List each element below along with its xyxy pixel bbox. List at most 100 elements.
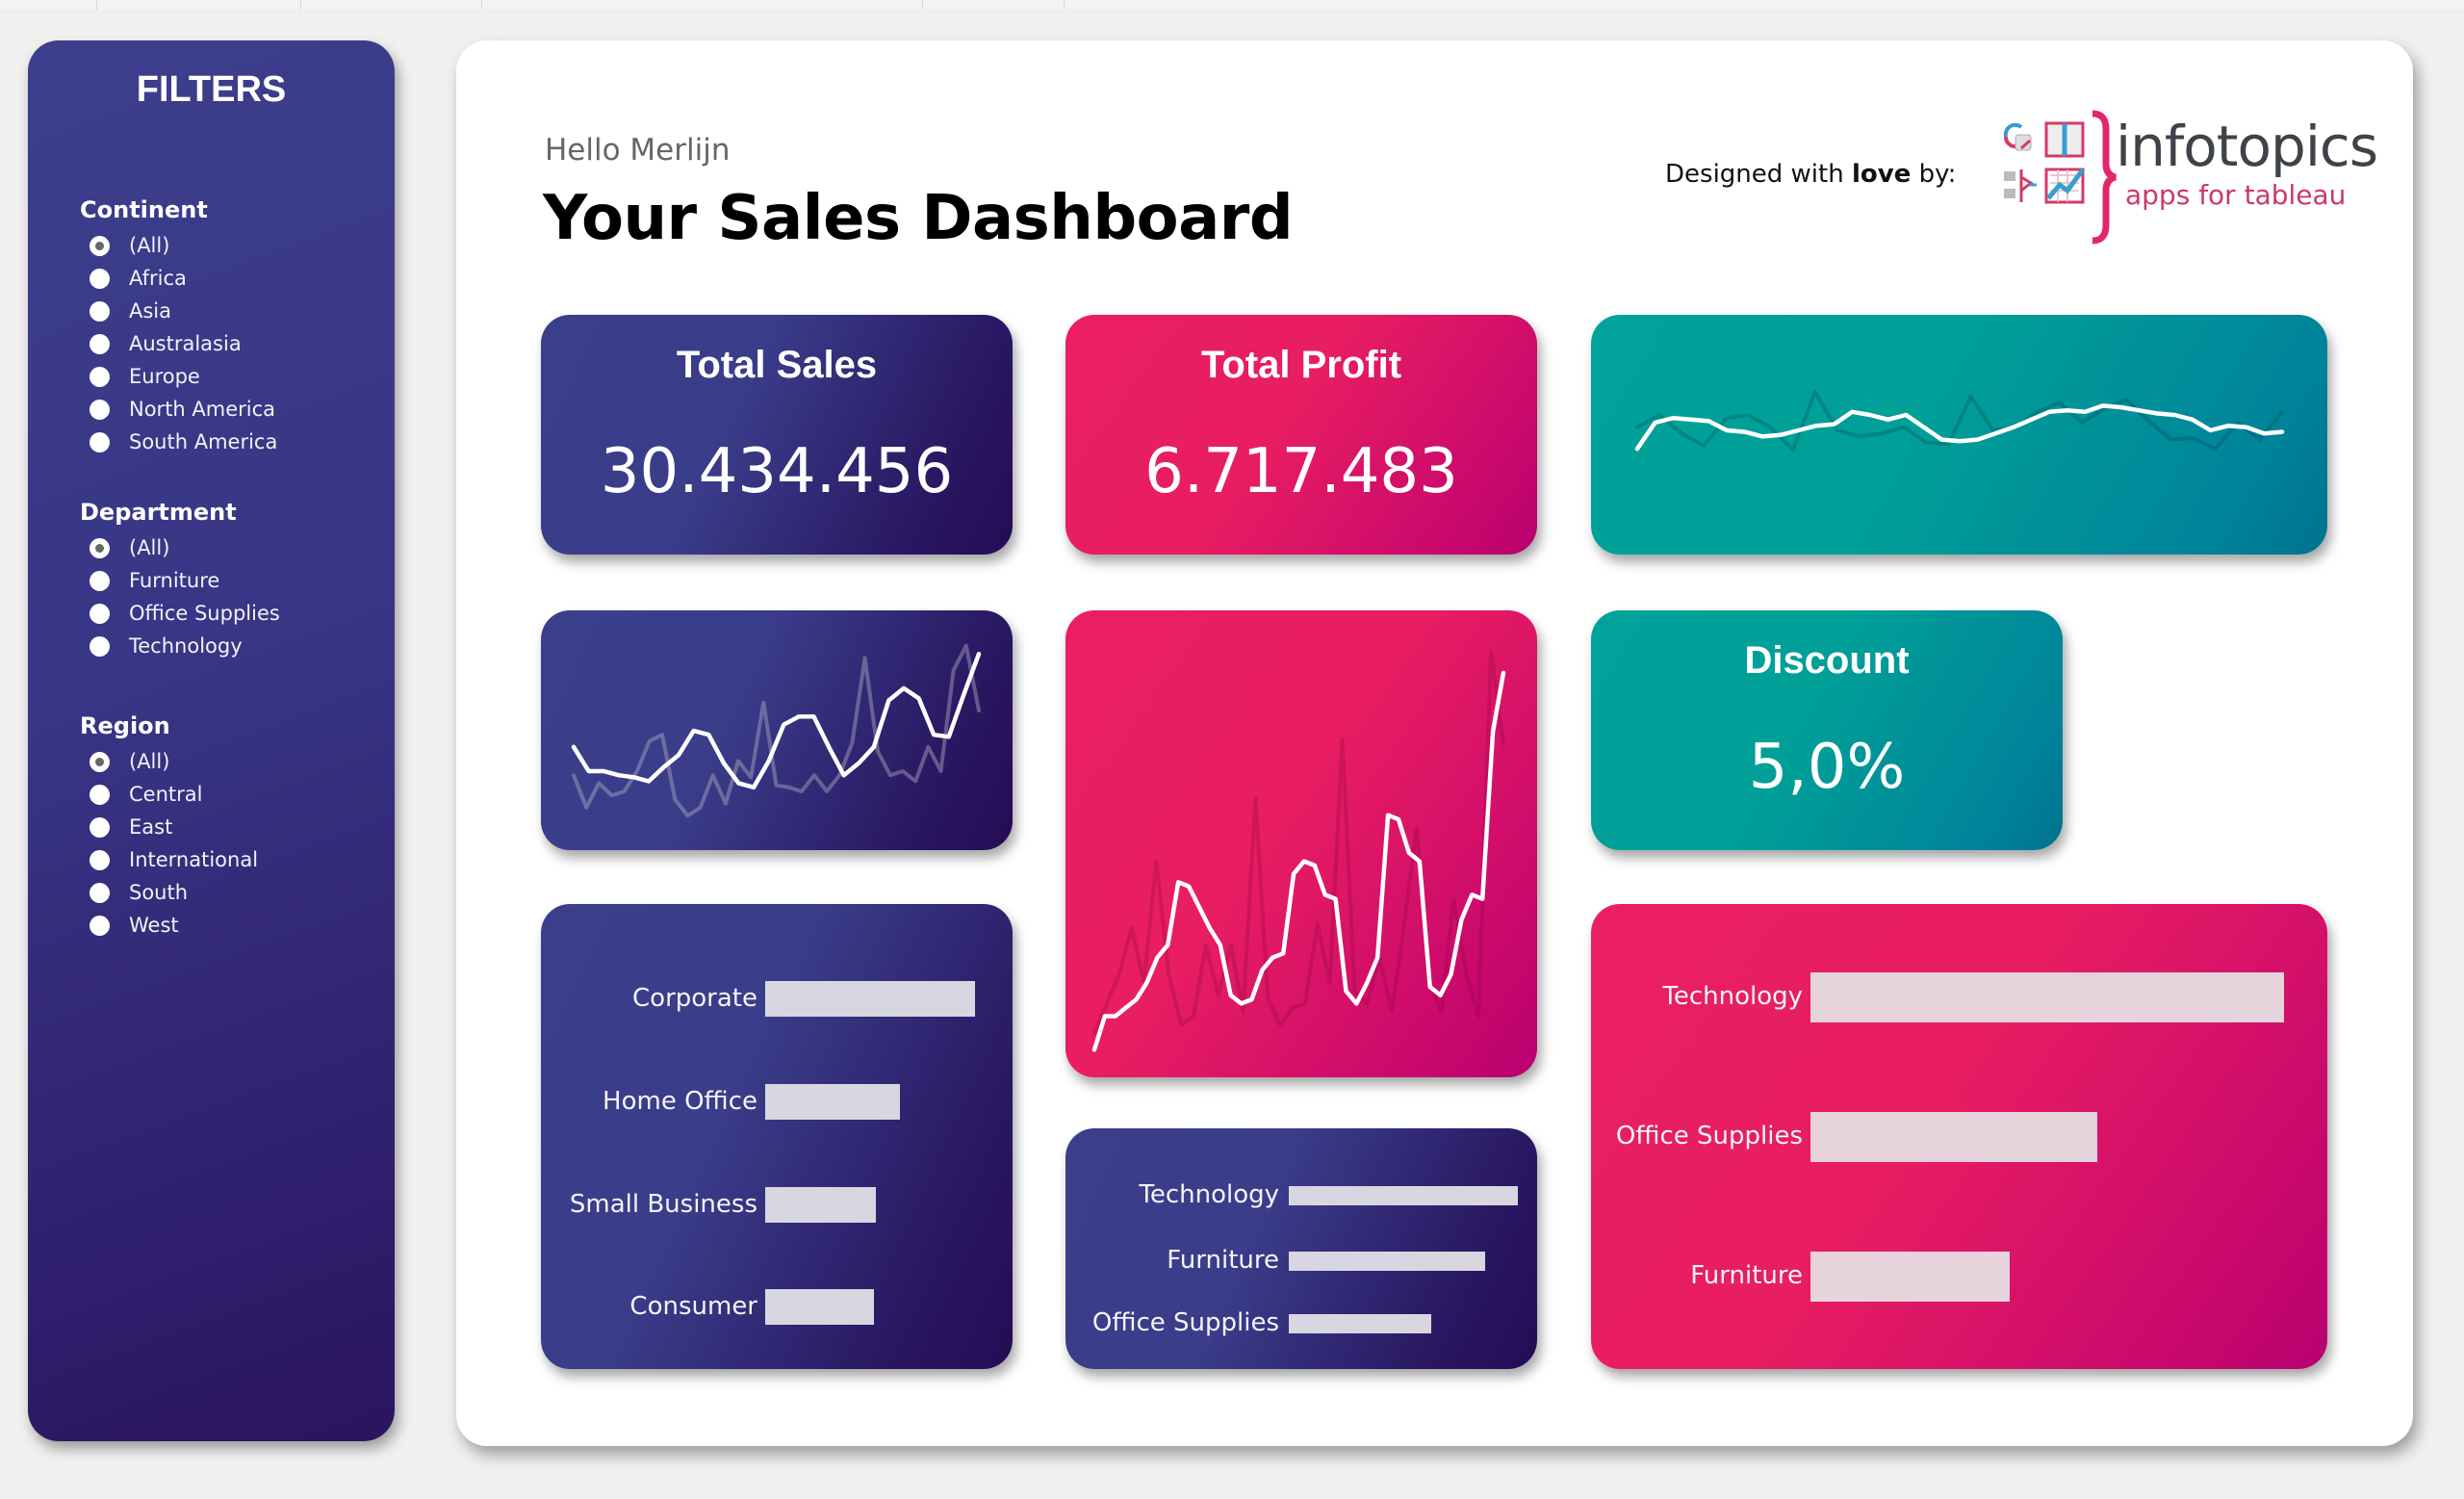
filter-option[interactable]: South America <box>80 426 277 458</box>
bar-category-label: Furniture <box>1167 1246 1279 1275</box>
credit-love: love <box>1851 160 1912 189</box>
filter-option-label: (All) <box>129 750 170 773</box>
filter-group-label: Continent <box>80 196 208 223</box>
bar-technology[interactable] <box>1289 1186 1518 1205</box>
designer-credit: Designed with love by: <box>1665 160 1956 189</box>
logo-wordmark: infotopics <box>2116 114 2378 179</box>
profit-sparkline <box>1091 650 1506 1052</box>
total-sales-card[interactable]: Total Sales 30.434.456 <box>541 315 1013 555</box>
radio-button[interactable] <box>90 537 110 558</box>
radio-button[interactable] <box>90 751 110 772</box>
total-sales-label: Total Sales <box>676 344 878 386</box>
bar-small-business[interactable] <box>765 1187 876 1223</box>
raw-series-line <box>1092 650 1505 1035</box>
segment-sales-chart[interactable]: Corporate Home Office Small Business Consum… <box>541 904 1013 1369</box>
filter-option[interactable]: Europe <box>80 360 277 393</box>
discount-label: Discount <box>1744 639 1910 682</box>
bar-category-label: Consumer <box>629 1291 757 1321</box>
total-profit-value: 6.717.483 <box>1144 436 1458 507</box>
filter-group-department: Department (All) Furniture Office Supplies T… <box>80 499 280 662</box>
infotopics-logo[interactable]: infotopics apps for tableau <box>1996 110 2378 245</box>
filter-group-region: Region (All) Central East International South… <box>80 712 258 942</box>
dashboard-panel: Hello Merlijn Your Sales Dashboard Desig… <box>456 40 2413 1446</box>
radio-button[interactable] <box>90 300 110 322</box>
filter-option[interactable]: Central <box>80 778 258 811</box>
filter-option[interactable]: (All) <box>80 745 258 778</box>
filter-option[interactable]: Furniture <box>80 564 280 597</box>
sales-trend-card[interactable] <box>541 610 1013 850</box>
department-sales-chart[interactable]: Technology Furniture Office Supplies <box>1065 1128 1537 1369</box>
radio-button[interactable] <box>90 235 110 256</box>
bar-technology[interactable] <box>1810 972 2284 1022</box>
radio-button[interactable] <box>90 268 110 289</box>
radio-button[interactable] <box>90 399 110 420</box>
total-sales-value: 30.434.456 <box>600 436 954 507</box>
total-profit-label: Total Profit <box>1200 344 1402 386</box>
profit-trend-card[interactable] <box>1065 610 1537 1077</box>
bar-category-label: Small Business <box>569 1189 757 1219</box>
filter-option-label: Technology <box>129 634 243 658</box>
filter-option-label: Europe <box>129 365 200 388</box>
filter-option[interactable]: (All) <box>80 229 277 262</box>
logo-tagline: apps for tableau <box>2125 179 2347 211</box>
filter-option-label: Asia <box>129 299 172 323</box>
bar-office-supplies[interactable] <box>1810 1112 2098 1162</box>
filter-option-label: South <box>129 881 189 904</box>
filter-option[interactable]: Asia <box>80 295 277 327</box>
radio-button[interactable] <box>90 333 110 354</box>
top-toolbar-strip <box>0 0 2464 12</box>
radio-button[interactable] <box>90 366 110 387</box>
credit-suffix: by: <box>1911 160 1957 189</box>
filter-option-label: (All) <box>129 536 170 559</box>
bar-category-label: Technology <box>1662 982 1803 1011</box>
bar-furniture[interactable] <box>1289 1252 1485 1271</box>
radio-button[interactable] <box>90 431 110 452</box>
toolbar-separator <box>481 0 482 10</box>
filters-panel: FILTERS Continent (All) Africa Asia Australa… <box>28 40 395 1441</box>
logo-apps-icon <box>2003 110 2117 245</box>
filter-option-label: Furniture <box>129 569 220 592</box>
filter-option-label: International <box>129 848 259 871</box>
bar-office-supplies[interactable] <box>1289 1314 1432 1333</box>
toolbar-separator <box>1064 0 1065 10</box>
greeting: Hello Merlijn <box>545 133 731 168</box>
filter-option[interactable]: West <box>80 909 258 942</box>
radio-button[interactable] <box>90 915 110 936</box>
smoothed-series-line <box>1634 403 2285 452</box>
bar-category-label: Corporate <box>632 983 757 1013</box>
radio-button[interactable] <box>90 816 110 838</box>
filter-option-label: Central <box>129 783 203 806</box>
filter-option[interactable]: North America <box>80 393 277 426</box>
bar-home-office[interactable] <box>765 1084 901 1120</box>
discount-trend-card[interactable] <box>1591 315 2327 555</box>
filter-option[interactable]: Africa <box>80 262 277 295</box>
bar-furniture[interactable] <box>1810 1252 2011 1302</box>
filter-option-label: East <box>129 815 173 839</box>
credit-prefix: Designed with <box>1665 160 1852 189</box>
filter-option-label: North America <box>129 398 276 421</box>
radio-button[interactable] <box>90 849 110 870</box>
filter-option[interactable]: South <box>80 876 258 909</box>
total-profit-card[interactable]: Total Profit 6.717.483 <box>1065 315 1537 555</box>
filter-group-continent: Continent (All) Africa Asia Australasia Europ… <box>80 196 277 458</box>
toolbar-separator <box>96 0 97 10</box>
department-profit-chart[interactable]: Technology Office Supplies Furniture <box>1591 904 2327 1369</box>
filter-option[interactable]: International <box>80 843 258 876</box>
radio-button[interactable] <box>90 570 110 591</box>
radio-button[interactable] <box>90 784 110 805</box>
radio-button[interactable] <box>90 635 110 657</box>
bar-consumer[interactable] <box>765 1289 875 1325</box>
filter-option[interactable]: Australasia <box>80 327 277 360</box>
radio-button[interactable] <box>90 882 110 903</box>
bar-corporate[interactable] <box>765 981 975 1017</box>
filters-title: FILTERS <box>136 69 287 110</box>
filter-option-label: Office Supplies <box>129 602 280 625</box>
filter-option-label: Australasia <box>129 332 242 355</box>
discount-value: 5,0% <box>1748 732 1906 803</box>
discount-card[interactable]: Discount 5,0% <box>1591 610 2063 850</box>
radio-button[interactable] <box>90 603 110 624</box>
filter-option[interactable]: East <box>80 811 258 843</box>
filter-option[interactable]: (All) <box>80 531 280 564</box>
filter-option[interactable]: Office Supplies <box>80 597 280 630</box>
filter-option[interactable]: Technology <box>80 630 280 662</box>
